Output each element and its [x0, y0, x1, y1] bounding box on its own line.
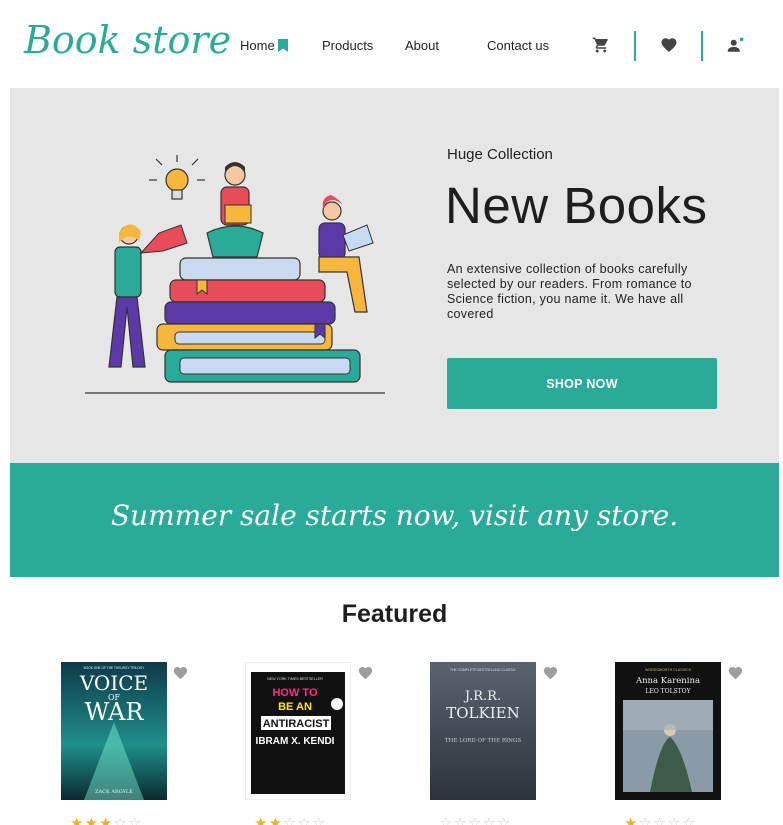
lightbulb-icon — [149, 155, 205, 200]
star-filled-icon: ★ — [70, 815, 85, 825]
bookmark-icon — [277, 39, 288, 52]
user-icon[interactable] — [727, 36, 745, 54]
book-card[interactable]: BOOK ONE OF THE THEURGY TRILOGY VOICE OF… — [61, 662, 221, 825]
book-card[interactable]: WORDSWORTH CLASSICS Anna Karenina LEO TO… — [615, 662, 775, 825]
heart-icon[interactable] — [727, 665, 744, 681]
book-card[interactable]: THE COMPLETE BESTSELLING CLASSIC J.R.R. … — [430, 662, 590, 825]
cart-icon[interactable] — [592, 36, 610, 54]
heart-icon[interactable] — [357, 665, 374, 681]
cover-title-1: J.R.R. — [463, 689, 501, 704]
book-cover[interactable]: BOOK ONE OF THE THEURGY TRILOGY VOICE OF… — [61, 662, 167, 800]
star-empty-icon: ☆ — [453, 815, 468, 825]
nav-home[interactable]: Home — [240, 38, 288, 53]
cover-title-1: HOW TO — [272, 687, 317, 699]
nav-about[interactable]: About — [405, 38, 439, 53]
star-empty-icon: ☆ — [127, 815, 143, 825]
star-empty-icon: ☆ — [297, 815, 312, 825]
featured-title: Featured — [341, 600, 448, 628]
cover-title-2: TOLKIEN — [446, 704, 519, 722]
header-divider — [701, 31, 703, 61]
star-filled-icon: ★ — [268, 815, 283, 825]
cover-title-1: VOICE — [79, 671, 148, 695]
star-empty-icon: ☆ — [439, 815, 454, 825]
book-cover[interactable]: WORDSWORTH CLASSICS Anna Karenina LEO TO… — [615, 662, 721, 800]
shop-now-button[interactable]: SHOP NOW — [447, 358, 717, 409]
star-empty-icon: ☆ — [638, 815, 653, 825]
star-empty-icon: ☆ — [652, 815, 668, 825]
nav-products[interactable]: Products — [322, 38, 373, 53]
cover-tagline: WORDSWORTH CLASSICS — [645, 668, 692, 672]
hero-section: Huge Collection New Books An extensive c… — [10, 88, 779, 463]
star-filled-icon: ★ — [624, 815, 639, 825]
hero-title: New Books — [445, 177, 708, 234]
header: Book store Home Products About Contact u… — [0, 0, 783, 88]
cover-author: ZACK ARGYLE — [95, 789, 133, 795]
nav-contact[interactable]: Contact us — [487, 38, 549, 53]
reading-people-illustration — [85, 155, 385, 394]
star-filled-icon: ★ — [98, 815, 114, 825]
book-cover[interactable]: THE COMPLETE BESTSELLING CLASSIC J.R.R. … — [430, 662, 536, 800]
hero-eyebrow: Huge Collection — [447, 146, 553, 163]
cover-title-3: ANTIRACIST — [263, 718, 330, 730]
star-empty-icon: ☆ — [467, 815, 483, 825]
star-filled-icon: ★ — [84, 815, 99, 825]
book-cover[interactable]: NEW YORK TIMES BESTSELLER HOW TO BE AN A… — [245, 662, 351, 800]
star-empty-icon: ☆ — [311, 815, 327, 825]
star-empty-icon: ☆ — [681, 815, 697, 825]
cover-author: LEO TOLSTOY — [645, 688, 691, 695]
star-empty-icon: ☆ — [496, 815, 512, 825]
star-empty-icon: ☆ — [282, 815, 298, 825]
cover-title-2: BE AN — [278, 701, 312, 713]
rating-stars: ★★★☆☆ — [70, 814, 142, 825]
cover-title-3: THE LORD OF THE RINGS — [445, 738, 522, 744]
nav-home-label: Home — [240, 38, 275, 53]
rating-stars: ★☆☆☆☆ — [624, 814, 696, 825]
cover-tagline: NEW YORK TIMES BESTSELLER — [267, 677, 323, 681]
book-card[interactable]: NEW YORK TIMES BESTSELLER HOW TO BE AN A… — [245, 662, 405, 825]
cover-tagline: BOOK ONE OF THE THEURGY TRILOGY — [84, 666, 146, 670]
cover-author: IBRAM X. KENDI — [256, 736, 335, 747]
rating-stars: ★★☆☆☆ — [254, 814, 326, 825]
cover-title-1: Anna Karenina — [635, 676, 700, 686]
logo[interactable]: Book store — [24, 18, 231, 62]
star-empty-icon: ☆ — [113, 815, 128, 825]
heart-icon[interactable] — [172, 665, 189, 681]
star-empty-icon: ☆ — [482, 815, 497, 825]
rating-stars: ☆☆☆☆☆ — [439, 814, 511, 825]
cover-title-3: WAR — [85, 698, 145, 726]
cover-tagline: THE COMPLETE BESTSELLING CLASSIC — [450, 668, 516, 672]
header-divider — [634, 31, 636, 61]
star-filled-icon: ★ — [254, 815, 269, 825]
heart-icon[interactable] — [660, 36, 678, 54]
star-empty-icon: ☆ — [667, 815, 682, 825]
heart-icon[interactable] — [542, 665, 559, 681]
banner-text: Summer sale starts now, visit any store. — [110, 499, 679, 532]
hero-description: An extensive collection of books careful… — [447, 262, 692, 321]
sale-banner: Summer sale starts now, visit any store. — [10, 463, 779, 577]
